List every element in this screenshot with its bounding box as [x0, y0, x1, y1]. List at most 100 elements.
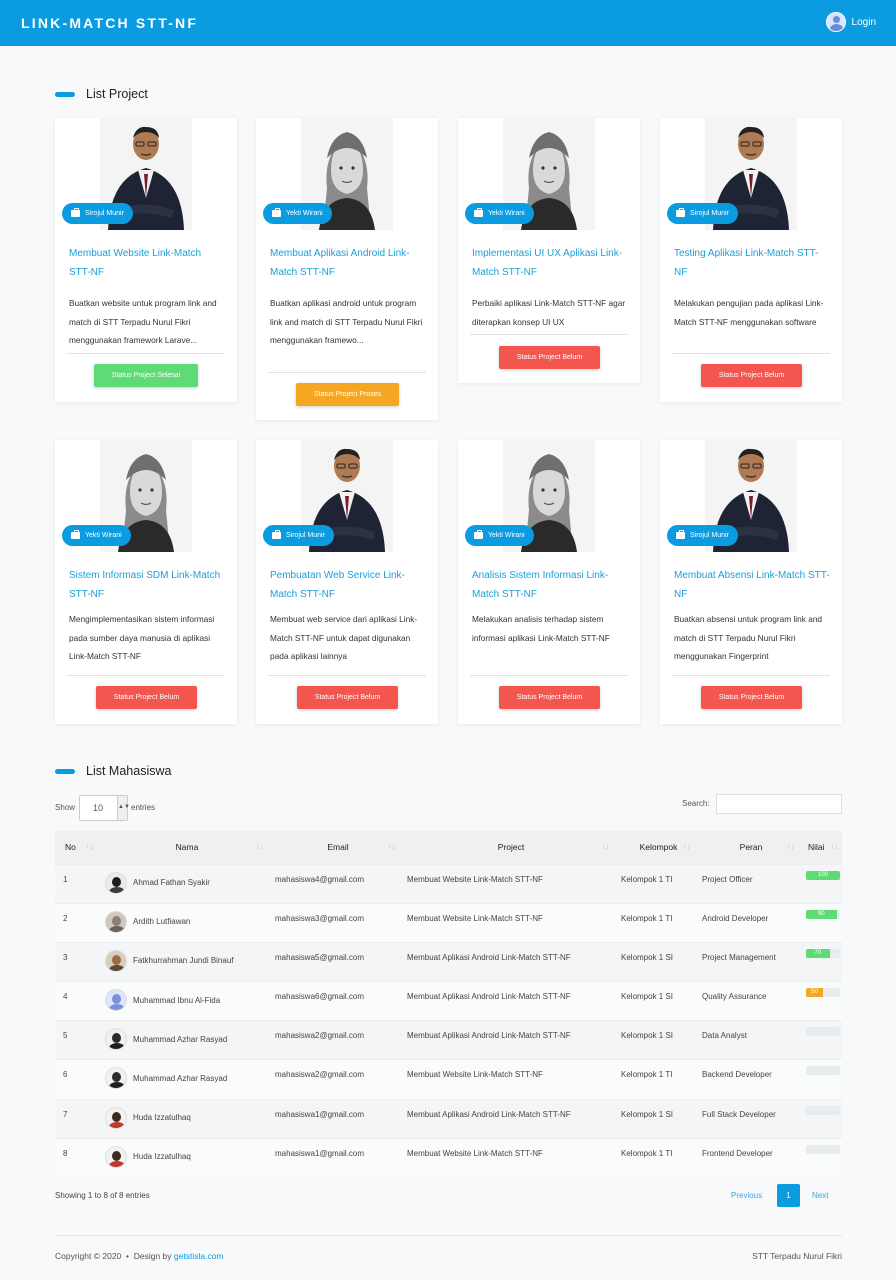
entries-select[interactable]: 10 ▲▼ [79, 795, 130, 821]
table-row[interactable]: 6 Muhammad Azhar Rasyad mahasiswa2@gmail.c… [55, 1059, 842, 1100]
owner-badge[interactable]: Yekti Wirani [62, 525, 131, 546]
table-row[interactable]: 2 Ardith Lutfiawan mahasiswa3@gmail.com Mem… [55, 903, 842, 943]
project-title[interactable]: Sistem Informasi SDM Link-Match STT-NF [69, 567, 225, 604]
student-avatar [105, 1067, 127, 1090]
card-divider [268, 675, 426, 676]
briefcase-icon [474, 530, 483, 539]
briefcase-icon [676, 530, 685, 539]
students-table-body: 1 Ahmad Fathan Syakir mahasiswa4@gmail.com… [55, 864, 842, 1178]
project-card: Sirojul Munir Membuat Website Link-Match … [55, 118, 237, 402]
sort-icon: ↑↓ [388, 844, 395, 851]
card-divider [268, 372, 426, 373]
student-name: Muhammad Azhar Rasyad [133, 1034, 228, 1044]
section-title-students: List Mahasiswa [55, 764, 171, 778]
cell-project: Membuat Website Link-Match STT-NF [407, 913, 543, 923]
briefcase-icon [71, 208, 80, 217]
cell-kelompok: Kelompok 1 TI [621, 874, 673, 884]
table-row[interactable]: 5 Muhammad Azhar Rasyad mahasiswa2@gmail.c… [55, 1020, 842, 1060]
owner-badge[interactable]: Yekti Wirani [263, 203, 332, 224]
search-input[interactable] [716, 794, 842, 814]
project-title[interactable]: Pembuatan Web Service Link-Match STT-NF [270, 567, 426, 604]
project-title[interactable]: Membuat Absensi Link-Match STT-NF [674, 567, 830, 604]
col-header-no[interactable]: No ↑↓ [55, 831, 97, 864]
search-label: Search: [682, 799, 710, 808]
cell-nama: Muhammad Azhar Rasyad [97, 1021, 267, 1060]
owner-badge[interactable]: Sirojul Munir [667, 203, 738, 224]
project-status-button[interactable]: Status Project Belum [96, 686, 197, 709]
project-status-button[interactable]: Status Project Belum [499, 346, 600, 369]
card-divider [470, 675, 628, 676]
cell-no: 3 [63, 952, 68, 962]
cell-peran: Backend Developer [702, 1070, 772, 1080]
project-status-button[interactable]: Status Project Selesai [94, 364, 198, 387]
student-avatar [105, 1145, 127, 1168]
owner-badge[interactable]: Sirojul Munir [667, 525, 738, 546]
project-title[interactable]: Membuat Website Link-Match STT-NF [69, 245, 225, 282]
owner-badge[interactable]: Yekti Wirani [465, 525, 534, 546]
owner-name: Sirojul Munir [690, 210, 729, 217]
footer-design-link[interactable]: getstisla.com [174, 1251, 224, 1261]
project-card: Yekti Wirani Sistem Informasi SDM Link-Ma… [55, 440, 237, 724]
table-row[interactable]: 1 Ahmad Fathan Syakir mahasiswa4@gmail.com… [55, 864, 842, 904]
student-avatar [105, 910, 127, 933]
nilai-progress-fill: 70 [806, 948, 830, 958]
pagination-previous[interactable]: Previous [731, 1191, 762, 1200]
cell-no: 7 [63, 1109, 68, 1119]
cell-nama: Huda Izzatulhaq [97, 1138, 267, 1177]
nilai-progress-bar [806, 1105, 840, 1115]
table-row[interactable]: 7 Huda Izzatulhaq mahasiswa1@gmail.com Memb… [55, 1099, 842, 1139]
section-accent-bar [55, 91, 75, 97]
cell-email: mahasiswa1@gmail.com [275, 1109, 365, 1119]
cell-email: mahasiswa2@gmail.com [275, 1031, 365, 1041]
project-description: Buatkan absensi untuk program link and m… [674, 614, 823, 661]
student-avatar [105, 1028, 127, 1051]
student-avatar [105, 1106, 127, 1129]
owner-badge[interactable]: Sirojul Munir [62, 203, 133, 224]
project-status-button[interactable]: Status Project Belum [297, 686, 398, 709]
footer-design-by: Design by [133, 1251, 172, 1261]
login-label: Login [851, 16, 876, 28]
owner-badge[interactable]: Yekti Wirani [465, 203, 534, 224]
cell-kelompok: Kelompok 1 SI [621, 1031, 674, 1041]
project-title[interactable]: Implementasi UI UX Aplikasi Link-Match S… [472, 245, 628, 282]
section-title-projects: List Project [55, 87, 148, 101]
student-name: Muhammad Ibnu Al-Fida [133, 995, 221, 1005]
project-title[interactable]: Testing Aplikasi Link-Match STT-NF [674, 245, 830, 282]
col-header-peran[interactable]: Peran ↑↓ [694, 831, 798, 864]
project-card: Sirojul Munir Pembuatan Web Service Link-… [256, 440, 438, 724]
project-title[interactable]: Analisis Sistem Informasi Link-Match STT… [472, 567, 628, 604]
project-owner-photo: Yekti Wirani [256, 118, 438, 230]
footer-left: Copyright © 2020 • Design by getstisla.c… [55, 1251, 224, 1261]
entries-select-value: 10 [93, 803, 104, 813]
pagination-page-1[interactable]: 1 [777, 1184, 800, 1207]
col-header-kelompok[interactable]: Kelompok ↑↓ [613, 831, 694, 864]
cell-nilai: 100 [798, 864, 842, 903]
brand-logo[interactable]: LINK-MATCH STT-NF [21, 15, 198, 31]
pagination-next[interactable]: Next [812, 1191, 828, 1200]
cell-nilai [798, 1138, 842, 1177]
briefcase-icon [474, 208, 483, 217]
section-accent-bar [55, 768, 75, 774]
project-status-button[interactable]: Status Project Belum [701, 364, 802, 387]
project-status-button[interactable]: Status Project Proses [296, 383, 399, 406]
cell-project: Membuat Aplikasi Android Link-Match STT-… [407, 1031, 571, 1041]
owner-name: Yekti Wirani [488, 532, 525, 539]
table-row[interactable]: 4 Muhammad Ibnu Al-Fida mahasiswa6@gmail.c… [55, 981, 842, 1021]
project-status-button[interactable]: Status Project Belum [499, 686, 600, 709]
col-header-nama[interactable]: Nama ↑↓ [97, 831, 267, 864]
owner-badge[interactable]: Sirojul Munir [263, 525, 334, 546]
table-row[interactable]: 3 Fatkhurrahman Jundi Binauf mahasiswa5@gm… [55, 942, 842, 982]
table-row[interactable]: 8 Huda Izzatulhaq mahasiswa1@gmail.com Memb… [55, 1138, 842, 1178]
nilai-progress-bar: 90 [806, 909, 840, 919]
project-owner-photo: Sirojul Munir [256, 440, 438, 552]
col-header-email[interactable]: Email ↑↓ [267, 831, 399, 864]
col-header-nilai[interactable]: Nilai ↑↓ [798, 831, 842, 864]
login-button[interactable]: Login [825, 12, 876, 32]
datatable-controls: Show 10 ▲▼ entries Search: [55, 794, 842, 822]
col-header-project[interactable]: Project ↑↓ [399, 831, 613, 864]
owner-name: Yekti Wirani [488, 210, 525, 217]
project-status-button[interactable]: Status Project Belum [701, 686, 802, 709]
project-card: Sirojul Munir Membuat Absensi Link-Match … [660, 440, 842, 724]
project-title[interactable]: Membuat Aplikasi Android Link-Match STT-… [270, 245, 426, 282]
project-card: Sirojul Munir Testing Aplikasi Link-Match… [660, 118, 842, 402]
